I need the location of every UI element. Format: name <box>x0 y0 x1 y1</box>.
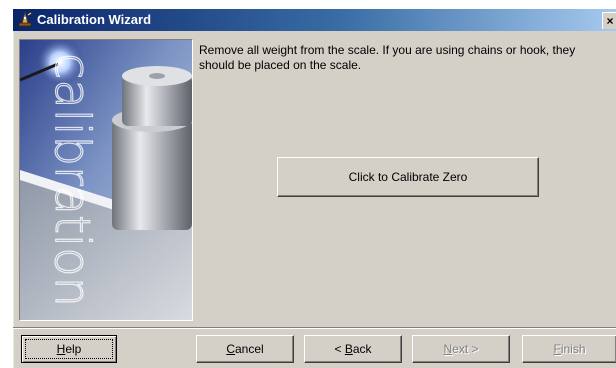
close-icon: × <box>606 14 614 28</box>
next-button[interactable]: Next > <box>412 335 510 363</box>
back-button[interactable]: < Back <box>304 335 402 363</box>
finish-button[interactable]: Finish <box>522 335 616 363</box>
calibration-watermark: calibration <box>44 53 100 307</box>
calibrate-zero-button[interactable]: Click to Calibrate Zero <box>277 157 539 197</box>
wizard-window: Calibration Wizard × calibration Remove … <box>12 9 616 368</box>
close-button[interactable]: × <box>602 12 616 29</box>
help-button[interactable]: Help <box>21 335 117 363</box>
window-title: Calibration Wizard <box>37 12 152 27</box>
focus-rectangle <box>25 339 113 359</box>
footer-separator <box>13 327 616 329</box>
calibration-illustration: calibration <box>19 39 193 321</box>
instruction-text: Remove all weight from the scale. If you… <box>199 43 576 72</box>
title-bar[interactable]: Calibration Wizard <box>13 9 616 31</box>
cancel-button[interactable]: Cancel <box>196 335 294 363</box>
wizard-hat-icon <box>17 11 33 28</box>
